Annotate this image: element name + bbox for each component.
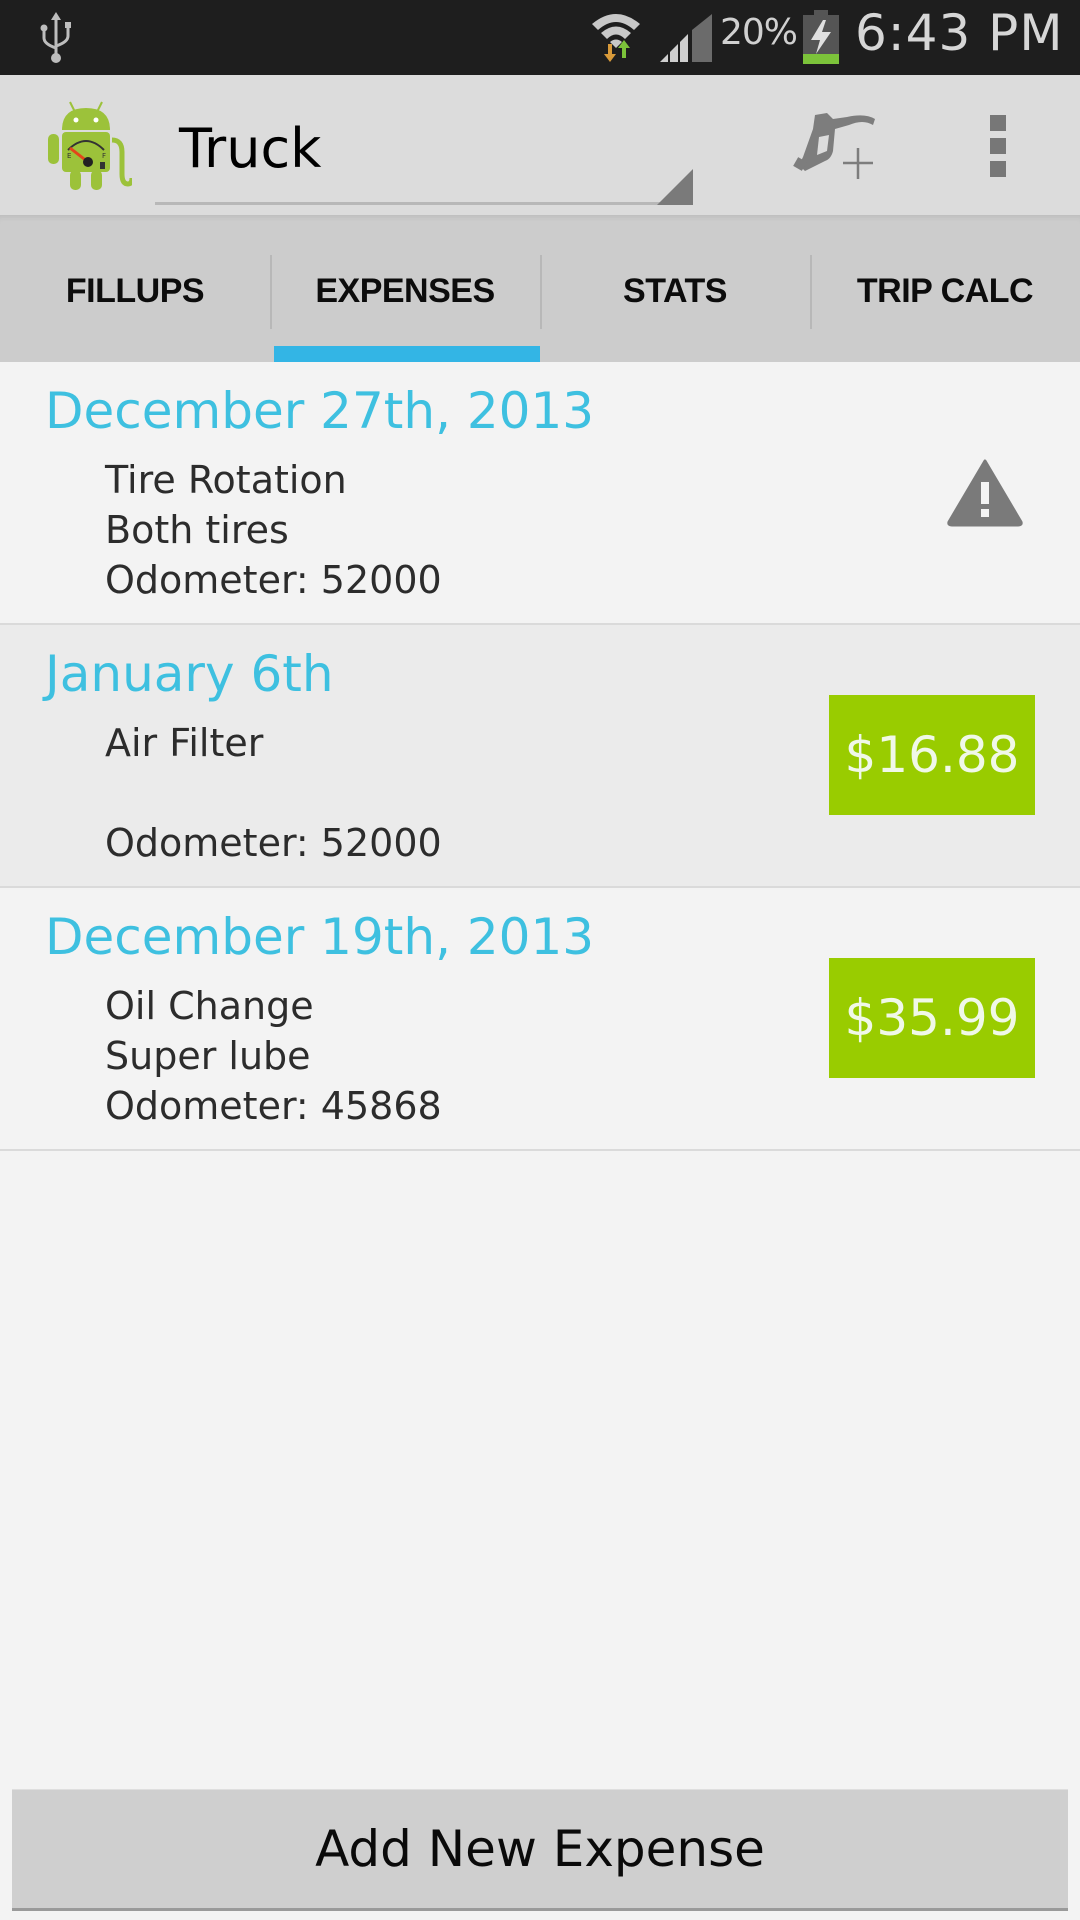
wifi-icon — [592, 14, 640, 62]
tab-expenses[interactable]: EXPENSES — [270, 215, 540, 362]
expense-date: December 19th, 2013 — [45, 908, 595, 966]
tab-divider — [270, 255, 272, 329]
warning-icon — [947, 459, 1023, 527]
clock: 6:43 PM — [855, 4, 1064, 62]
tab-stats[interactable]: STATS — [540, 215, 810, 362]
vehicle-selector-dropdown[interactable]: Truck — [155, 95, 693, 207]
tab-label: TRIP CALC — [856, 272, 1034, 310]
expense-note: Both tires — [105, 508, 289, 552]
tab-fillups[interactable]: FILLUPS — [0, 215, 270, 362]
selected-tab-indicator — [274, 346, 540, 362]
expense-date: January 6th — [45, 645, 334, 703]
expense-price-badge: $16.88 — [829, 695, 1035, 815]
usb-icon — [40, 12, 71, 63]
dropdown-corner-icon — [657, 169, 693, 205]
tab-bar: FILLUPS EXPENSES STATS TRIP CALC — [0, 215, 1080, 362]
svg-text:E: E — [67, 152, 71, 160]
tab-divider — [540, 255, 542, 329]
expense-list-item[interactable]: December 27th, 2013 Tire Rotation Both t… — [0, 362, 1080, 625]
vehicle-name: Truck — [179, 117, 322, 180]
battery-charging-icon — [803, 10, 839, 64]
tab-label: FILLUPS — [65, 272, 205, 310]
add-fillup-icon[interactable] — [775, 107, 885, 187]
expense-odometer: Odometer: 45868 — [105, 1084, 442, 1128]
tab-divider — [810, 255, 812, 329]
add-new-expense-button[interactable]: Add New Expense — [12, 1789, 1068, 1908]
expense-price-badge: $35.99 — [829, 958, 1035, 1078]
add-new-expense-label: Add New Expense — [315, 1820, 765, 1878]
battery-percentage: 20% — [720, 12, 798, 53]
overflow-menu-icon[interactable] — [975, 115, 1021, 181]
action-bar: E F Truck — [0, 75, 1080, 215]
expense-date: December 27th, 2013 — [45, 382, 595, 440]
expense-note: Super lube — [105, 1034, 311, 1078]
signal-icon — [660, 14, 712, 62]
tab-label: EXPENSES — [315, 272, 495, 310]
tab-label: STATS — [623, 272, 727, 310]
expense-odometer: Odometer: 52000 — [105, 558, 442, 602]
expense-title: Tire Rotation — [105, 458, 347, 502]
expense-list-item[interactable]: December 19th, 2013 Oil Change Super lub… — [0, 888, 1080, 1151]
expense-list: December 27th, 2013 Tire Rotation Both t… — [0, 362, 1080, 1151]
expense-title: Air Filter — [105, 721, 264, 765]
status-bar: 20% 6:43 PM — [0, 0, 1080, 75]
spinner-underline — [155, 202, 693, 205]
svg-text:F: F — [102, 152, 106, 160]
tab-trip-calc[interactable]: TRIP CALC — [810, 215, 1080, 362]
expense-odometer: Odometer: 52000 — [105, 821, 442, 865]
expense-title: Oil Change — [105, 984, 314, 1028]
app-logo-icon[interactable]: E F — [40, 100, 132, 192]
expense-list-item[interactable]: January 6th Air Filter Odometer: 52000 $… — [0, 625, 1080, 888]
